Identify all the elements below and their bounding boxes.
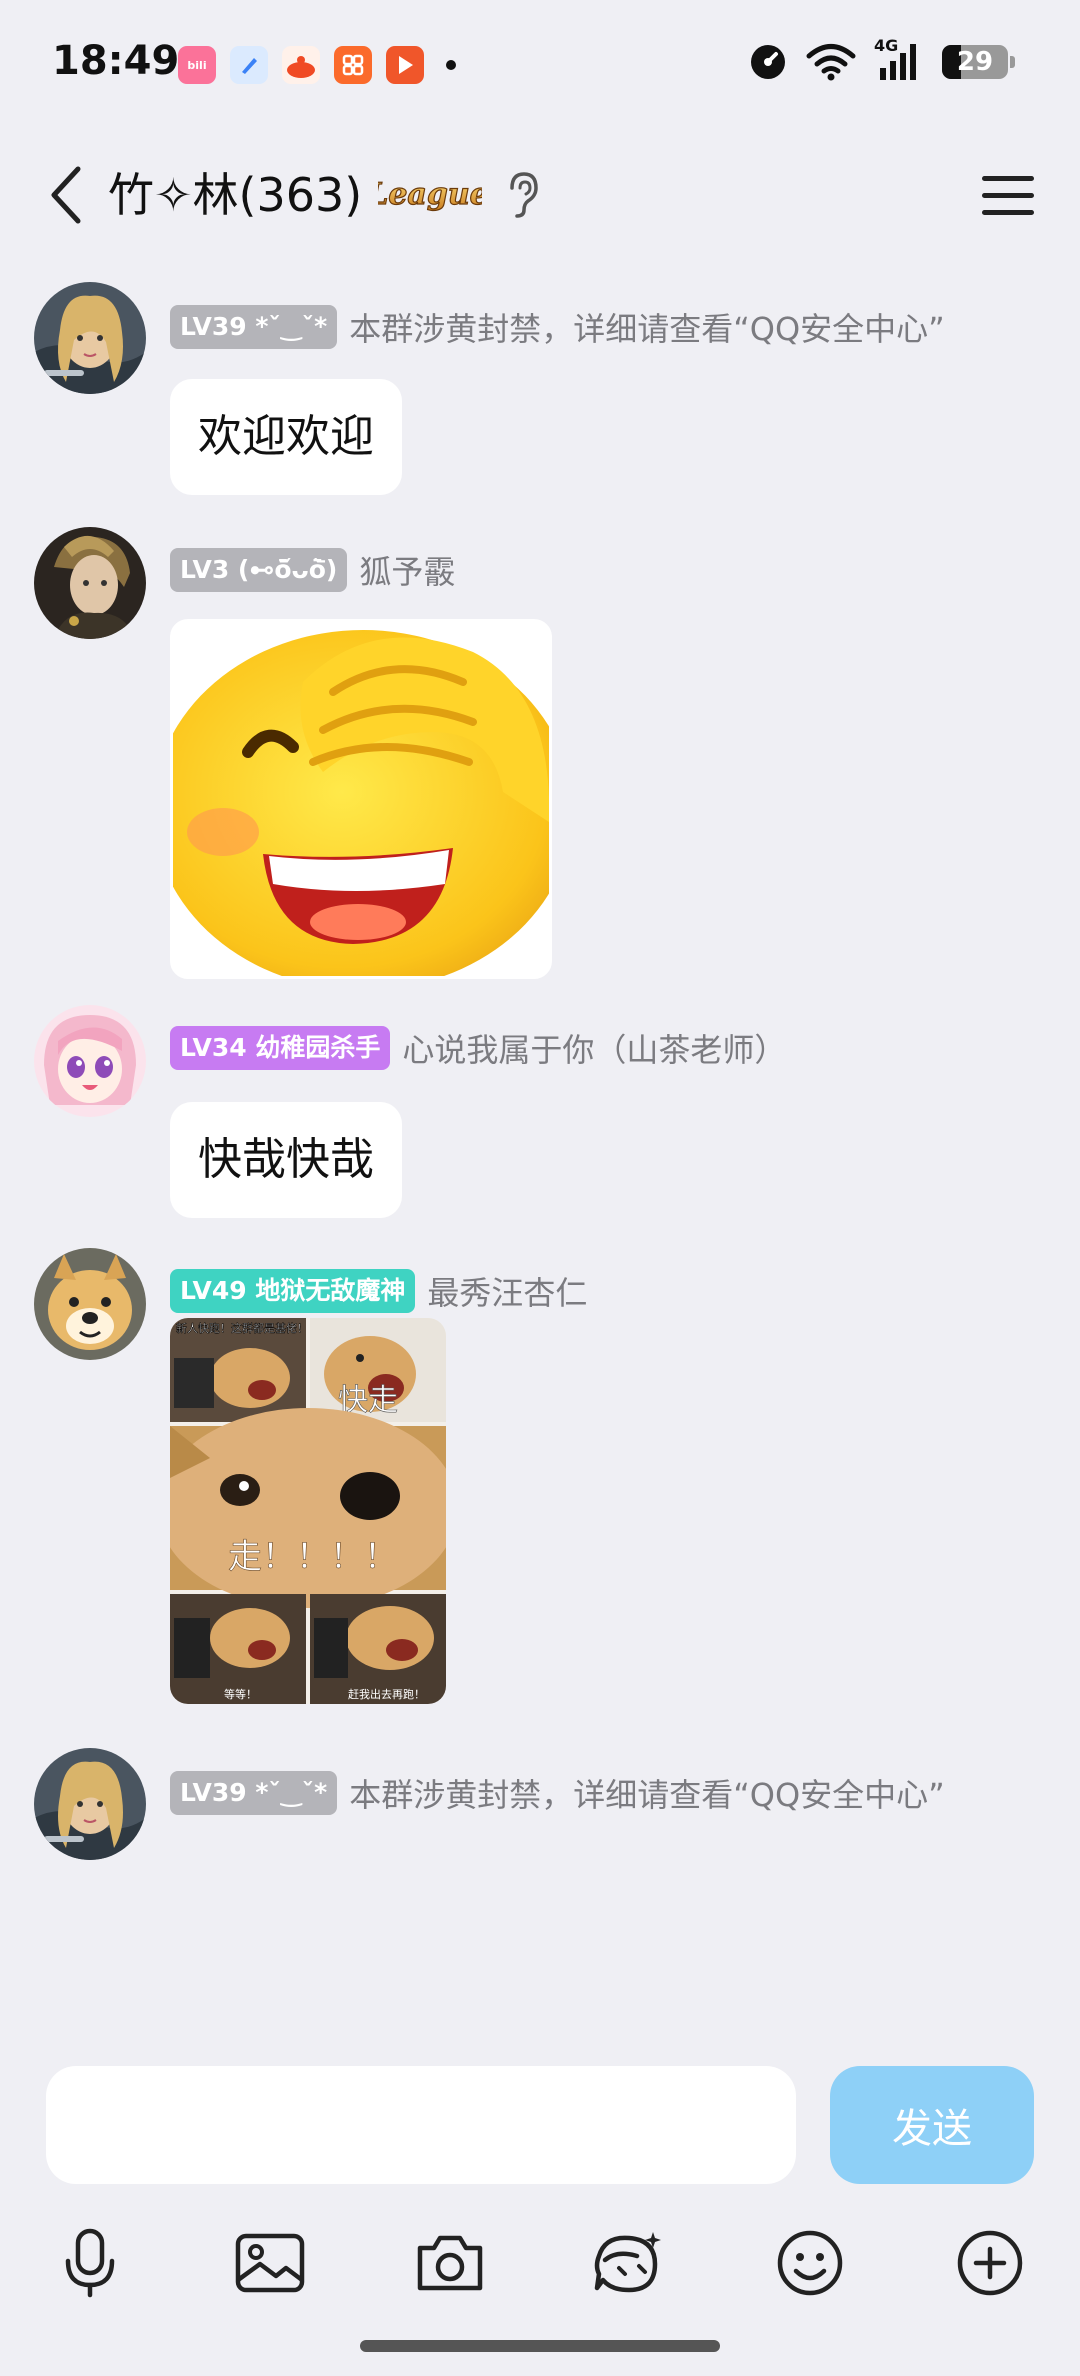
bilibili-icon: bili bbox=[178, 46, 216, 84]
home-indicator[interactable] bbox=[360, 2340, 720, 2352]
chat-header: 竹✧林(363) League bbox=[0, 130, 1080, 260]
hamburger-menu-icon bbox=[982, 176, 1034, 215]
smile-icon bbox=[777, 2230, 843, 2296]
level-tag: LV3 (⊷ō᷄ᴗō᷅) bbox=[170, 548, 348, 592]
speed-gauge-icon bbox=[751, 45, 785, 79]
back-button[interactable] bbox=[36, 158, 96, 232]
message-meta: LV49 地狱无敌魔神 最秀汪杏仁 bbox=[170, 1268, 587, 1314]
message-item: LV3 (⊷ō᷄ᴗō᷅) 狐予霰 bbox=[0, 527, 1080, 979]
message-meta: LV3 (⊷ō᷄ᴗō᷅) 狐予霰 bbox=[170, 547, 455, 593]
level-tag: LV39 *ˇ‿ˇ* bbox=[170, 305, 338, 349]
text-bubble[interactable]: 快哉快哉 bbox=[170, 1102, 402, 1218]
emoji-button[interactable] bbox=[765, 2218, 855, 2308]
send-button[interactable]: 发送 bbox=[830, 2066, 1034, 2184]
input-toolbar bbox=[0, 2218, 1080, 2328]
shiba-meme-collage: 新人快跑！这群都是基佬！ 快走 走！！！！ 等等！ 赶我出去再跑！ bbox=[170, 1318, 446, 1704]
wifi-icon bbox=[806, 44, 856, 81]
input-area: 发送 bbox=[0, 2050, 1080, 2376]
group-title[interactable]: 竹✧林(363) bbox=[108, 160, 362, 230]
meme-caption-4: 等等！ bbox=[224, 1687, 257, 1701]
message-item: LV39 *ˇ‿ˇ* 本群涉黄封禁，详细请查看“QQ安全中心” bbox=[0, 1748, 1080, 2050]
message-list[interactable]: LV39 *ˇ‿ˇ* 本群涉黄封禁，详细请查看“QQ安全中心” 欢迎欢迎 LV3… bbox=[0, 260, 1080, 2050]
league-badge-text: League bbox=[378, 177, 482, 212]
sender-nickname[interactable]: 心说我属于你（山茶老师） bbox=[402, 1025, 786, 1071]
camera-button[interactable] bbox=[405, 2218, 495, 2308]
ear-icon[interactable] bbox=[500, 168, 544, 220]
meme-image[interactable]: 新人快跑！这群都是基佬！ 快走 走！！！！ 等等！ 赶我出去再跑！ bbox=[170, 1318, 446, 1704]
sender-nickname[interactable]: 狐予霰 bbox=[359, 547, 455, 593]
image-icon bbox=[235, 2233, 305, 2293]
message-item: LV34 幼稚园杀手 心说我属于你（山茶老师） 快哉快哉 bbox=[0, 1005, 1080, 1225]
menu-button[interactable] bbox=[972, 160, 1044, 232]
avatar[interactable] bbox=[34, 282, 146, 394]
message-meta: LV39 *ˇ‿ˇ* 本群涉黄封禁，详细请查看“QQ安全中心” bbox=[170, 1770, 945, 1816]
battery-percent: 29 bbox=[956, 47, 994, 77]
battery-indicator: 29 bbox=[942, 45, 1015, 79]
plus-circle-icon bbox=[957, 2230, 1023, 2296]
notification-app-icons: bili bbox=[178, 46, 456, 84]
facepalm-laugh-emoji bbox=[173, 622, 549, 976]
message-item: LV49 地狱无敌魔神 最秀汪杏仁 新人快跑！这群都是基佬！ 快走 走！！！！ … bbox=[0, 1248, 1080, 1704]
video-play-icon bbox=[386, 46, 424, 84]
status-bar: 18:49 bili 4G 29 bbox=[0, 0, 1080, 130]
sender-nickname[interactable]: 本群涉黄封禁，详细请查看“QQ安全中心” bbox=[349, 304, 945, 350]
message-input[interactable] bbox=[46, 2066, 796, 2184]
message-item: LV39 *ˇ‿ˇ* 本群涉黄封禁，详细请查看“QQ安全中心” 欢迎欢迎 bbox=[0, 282, 1080, 502]
level-tag: LV34 幼稚园杀手 bbox=[170, 1026, 391, 1070]
message-meta: LV39 *ˇ‿ˇ* 本群涉黄封禁，详细请查看“QQ安全中心” bbox=[170, 304, 945, 350]
sticker-image[interactable] bbox=[170, 619, 552, 979]
app-grid-icon bbox=[334, 46, 372, 84]
avatar[interactable] bbox=[34, 527, 146, 639]
meme-caption-3: 走！！！！ bbox=[228, 1537, 398, 1577]
sender-nickname[interactable]: 最秀汪杏仁 bbox=[427, 1268, 587, 1314]
status-time: 18:49 bbox=[52, 38, 180, 84]
avatar[interactable] bbox=[34, 1248, 146, 1360]
cellular-signal-icon: 4G bbox=[874, 36, 924, 82]
album-button[interactable] bbox=[225, 2218, 315, 2308]
chevron-left-icon bbox=[51, 166, 81, 224]
text-bubble[interactable]: 欢迎欢迎 bbox=[170, 379, 402, 495]
more-button[interactable] bbox=[945, 2218, 1035, 2308]
app-orange-icon bbox=[282, 46, 320, 84]
level-tag: LV49 地狱无敌魔神 bbox=[170, 1269, 416, 1313]
meme-caption-1: 新人快跑！这群都是基佬！ bbox=[176, 1321, 308, 1335]
camera-icon bbox=[417, 2235, 483, 2291]
meme-caption-5: 赶我出去再跑！ bbox=[348, 1687, 425, 1701]
level-tag: LV39 *ˇ‿ˇ* bbox=[170, 1771, 338, 1815]
more-notifications-dot bbox=[446, 60, 456, 70]
app-blue-icon bbox=[230, 46, 268, 84]
message-meta: LV34 幼稚园杀手 心说我属于你（山茶老师） bbox=[170, 1025, 786, 1071]
microphone-icon bbox=[65, 2228, 115, 2298]
league-badge[interactable]: League bbox=[378, 168, 482, 218]
status-indicators: 4G 29 bbox=[748, 36, 1015, 82]
sparkle-face-icon bbox=[594, 2232, 661, 2293]
voice-button[interactable] bbox=[45, 2218, 135, 2308]
super-emoji-button[interactable] bbox=[583, 2218, 673, 2308]
chat-screen: 18:49 bili 4G 29 竹✧林(363) eagu LV39 *ˇ‿ˇ… bbox=[0, 0, 1080, 2376]
avatar[interactable] bbox=[34, 1005, 146, 1117]
avatar[interactable] bbox=[34, 1748, 146, 1860]
sender-nickname[interactable]: 本群涉黄封禁，详细请查看“QQ安全中心” bbox=[349, 1770, 945, 1816]
